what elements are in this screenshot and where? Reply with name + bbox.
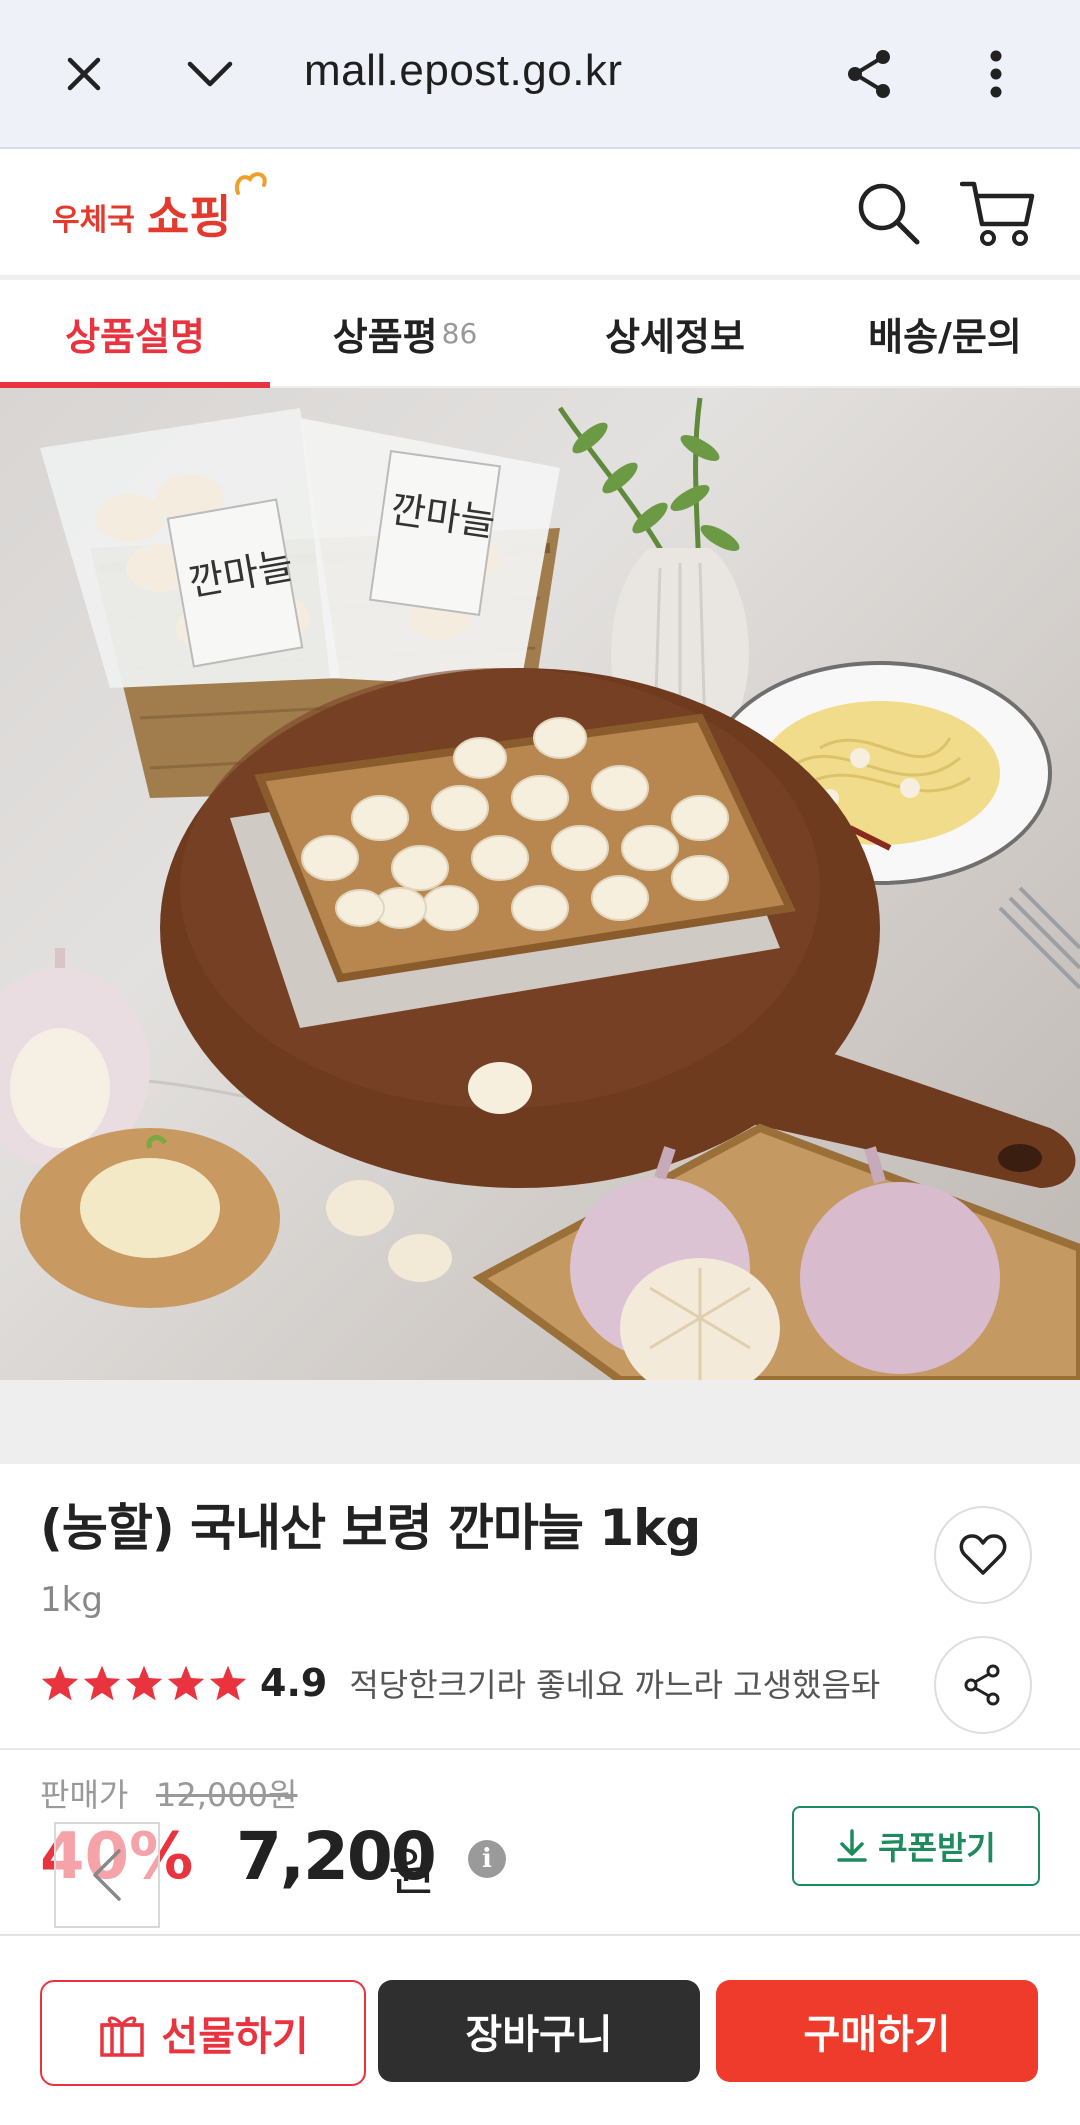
- logo-heart-icon: [235, 172, 267, 195]
- info-icon[interactable]: i: [468, 1840, 506, 1878]
- divider: [0, 1748, 1080, 1750]
- search-icon[interactable]: [848, 173, 928, 253]
- site-header: 우체국 쇼핑: [0, 149, 1080, 280]
- cart-label: 장바구니: [465, 2012, 613, 2058]
- share-product-button[interactable]: [934, 1636, 1032, 1734]
- original-price: 12,000원: [156, 1776, 298, 1814]
- back-button[interactable]: [54, 1822, 160, 1928]
- share-icon: [964, 1664, 1000, 1706]
- product-title: (농할) 국내산 보령 깐마늘 1kg: [40, 1499, 701, 1557]
- star-icon: [83, 1665, 121, 1701]
- tab-label: 배송/문의: [868, 314, 1022, 359]
- section-spacer: [0, 1380, 1080, 1464]
- tab-description[interactable]: 상품설명: [0, 280, 270, 388]
- star-icon: [41, 1665, 79, 1701]
- gift-label: 선물하기: [161, 2014, 309, 2060]
- buy-label: 구매하기: [803, 2012, 951, 2058]
- gift-button[interactable]: 선물하기: [40, 1980, 366, 2086]
- product-tabs: 상품설명 상품평 86 상세정보 배송/문의: [0, 280, 1080, 388]
- coupon-button[interactable]: 쿠폰받기: [792, 1806, 1040, 1886]
- buy-button[interactable]: 구매하기: [716, 1980, 1038, 2082]
- star-icon: [209, 1665, 247, 1701]
- rating-row[interactable]: 4.9 적당한크기라 좋네요 까느라 고생했음돠: [40, 1660, 880, 1706]
- tab-label: 상품설명: [65, 314, 205, 359]
- heart-icon: [959, 1534, 1007, 1575]
- tab-details[interactable]: 상세정보: [540, 280, 810, 386]
- gift-icon: [100, 2016, 145, 2057]
- product-option: 1kg: [40, 1580, 103, 1620]
- currency-unit: 원: [388, 1843, 436, 1903]
- tab-shipping[interactable]: 배송/문의: [810, 280, 1080, 386]
- url-field[interactable]: mall.epost.go.kr: [304, 46, 623, 96]
- tab-label: 상품평: [332, 314, 438, 359]
- cart-icon[interactable]: [958, 173, 1038, 253]
- wishlist-button[interactable]: [934, 1506, 1032, 1604]
- add-to-cart-button[interactable]: 장바구니: [378, 1980, 700, 2082]
- star-icon: [167, 1665, 205, 1701]
- star-icon: [125, 1665, 163, 1701]
- rating-score: 4.9: [260, 1661, 328, 1705]
- logo[interactable]: 우체국 쇼핑: [52, 171, 267, 251]
- bottom-action-bar: 선물하기 장바구니 구매하기: [0, 1934, 1080, 2125]
- price-label: 판매가: [40, 1776, 129, 1814]
- product-image[interactable]: 깐마늘 깐마늘: [0, 388, 1080, 1380]
- tab-reviews[interactable]: 상품평 86: [270, 280, 540, 386]
- close-icon[interactable]: [44, 34, 124, 114]
- logo-big-text: 쇼핑: [146, 190, 232, 244]
- review-snippet: 적당한크기라 좋네요 까느라 고생했음돠: [349, 1666, 881, 1704]
- share-icon[interactable]: [830, 34, 910, 114]
- chevron-left-icon: [93, 1849, 121, 1901]
- logo-small-text: 우체국: [52, 203, 135, 238]
- browser-toolbar: mall.epost.go.kr: [0, 0, 1080, 149]
- review-count: 86: [441, 316, 478, 350]
- tab-label: 상세정보: [605, 314, 745, 359]
- chevron-down-icon[interactable]: [170, 34, 250, 114]
- coupon-label: 쿠폰받기: [878, 1829, 996, 1867]
- more-vertical-icon[interactable]: [956, 34, 1036, 114]
- download-icon: [837, 1829, 867, 1862]
- star-rating: [40, 1664, 248, 1702]
